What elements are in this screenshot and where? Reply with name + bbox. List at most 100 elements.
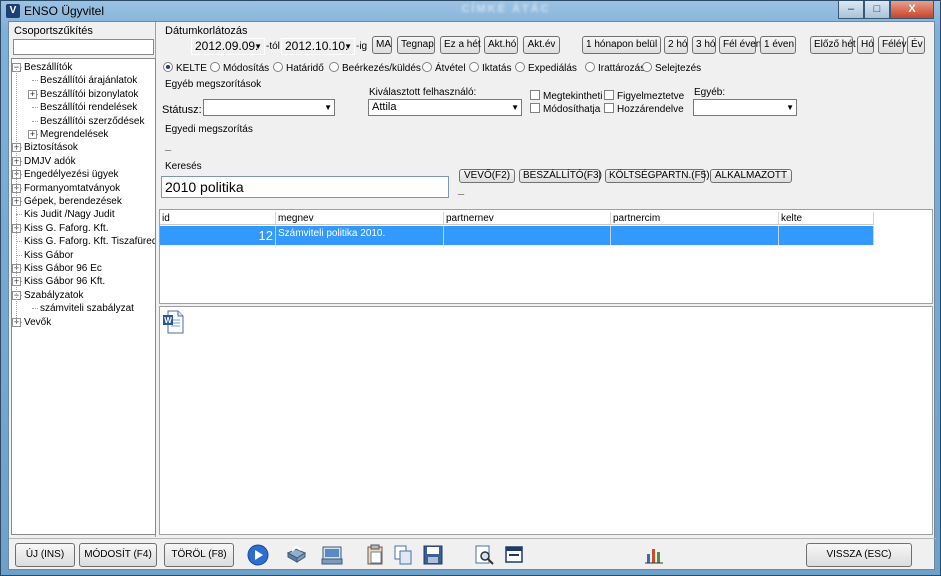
- status-select[interactable]: ▼: [203, 99, 335, 116]
- current-month-button[interactable]: Akt.hó: [484, 36, 518, 54]
- column-id[interactable]: id: [160, 212, 276, 225]
- scanner-icon[interactable]: [321, 544, 343, 566]
- column-partnercim[interactable]: partnercim: [611, 212, 779, 225]
- previous-half-year-button[interactable]: Félév: [878, 36, 906, 54]
- word-document-icon[interactable]: W: [162, 310, 184, 334]
- today-button[interactable]: MA: [372, 36, 392, 54]
- preview-icon[interactable]: [473, 544, 495, 566]
- svg-text:W: W: [164, 316, 172, 325]
- chart-icon[interactable]: [643, 544, 665, 566]
- current-year-button[interactable]: Akt.év: [523, 36, 560, 54]
- expand-icon[interactable]: +: [28, 89, 37, 99]
- column-kelte[interactable]: kelte: [779, 212, 874, 225]
- tree-item[interactable]: Beszállítói rendelések: [40, 101, 137, 114]
- tree-item[interactable]: Beszállítói bizonylatok: [40, 88, 138, 101]
- chevron-down-icon: ▼: [511, 103, 519, 112]
- date-from-picker[interactable]: 2012.09.09. ▼: [191, 38, 265, 55]
- cell-megnev: Számviteli politika 2010.: [276, 226, 444, 245]
- tree-item[interactable]: Biztosítások: [24, 141, 78, 154]
- notified-checkbox[interactable]: Figyelmeztetve: [604, 90, 684, 103]
- tree-item[interactable]: Kis Judit /Nagy Judit: [24, 208, 115, 221]
- date-type-radio[interactable]: Expediálás: [515, 62, 577, 75]
- other-select[interactable]: ▼: [693, 99, 797, 116]
- date-from-value: 2012.09.09.: [195, 39, 259, 53]
- date-type-radio[interactable]: Átvétel: [422, 62, 466, 75]
- radio-dot: [163, 62, 173, 72]
- background-window-title: CÍMKÉ ÁTÁC: [461, 3, 551, 15]
- print-icon[interactable]: [285, 544, 307, 566]
- group-filter-input[interactable]: [13, 39, 154, 55]
- date-type-radio[interactable]: Selejtezés: [642, 62, 701, 75]
- group-tree[interactable]: Beszállítók − Beszállítói árajánlatok Beszá…: [11, 58, 156, 535]
- radio-dot: [210, 62, 220, 72]
- tree-item-label: Megrendelések: [40, 129, 109, 140]
- date-type-radio[interactable]: Irattározás: [585, 62, 645, 75]
- supplier-button[interactable]: BESZÁLLÍTÓ(F3): [519, 169, 602, 183]
- date-type-radio[interactable]: Beérkezés/küldés: [329, 62, 421, 75]
- tree-item[interactable]: Vevők: [24, 316, 51, 329]
- date-type-radio[interactable]: Iktatás: [469, 62, 511, 75]
- paste-icon[interactable]: [364, 544, 386, 566]
- tree-connector: [32, 107, 38, 109]
- minimize-button[interactable]: –: [838, 1, 864, 19]
- table-row[interactable]: 12 Számviteli politika 2010.: [160, 226, 874, 245]
- employee-button[interactable]: ALKALMAZOTT: [710, 169, 792, 183]
- this-week-button[interactable]: Ez a hét: [440, 36, 481, 54]
- cost-partner-button[interactable]: KÖLTSÉGPARTN.(F5): [605, 169, 710, 183]
- tree-item[interactable]: Megrendelések: [40, 128, 108, 141]
- previous-month-button[interactable]: Hó: [857, 36, 874, 54]
- date-type-radio[interactable]: Módosítás: [210, 62, 269, 75]
- tree-item-label: Kis Judit /Nagy Judit: [24, 209, 115, 221]
- new-button[interactable]: ÚJ (INS): [15, 543, 75, 567]
- title-bar[interactable]: V ENSO Ügyvitel CÍMKÉ ÁTÁC – □ X: [1, 1, 940, 21]
- tree-item[interactable]: Kiss Gábor 96 Ec: [24, 262, 102, 275]
- tree-item[interactable]: Gépek, berendezések: [24, 195, 122, 208]
- checkbox-box: [604, 90, 614, 100]
- tree-item[interactable]: Kiss G. Faforg. Kft. Tiszafüred: [24, 235, 155, 248]
- tree-item[interactable]: DMJV adók: [24, 155, 76, 168]
- half-year-button[interactable]: Fél éven: [719, 36, 761, 54]
- tree-item-label: Engedélyezési ügyek: [24, 169, 119, 181]
- column-megnev[interactable]: megnev: [276, 212, 444, 225]
- tree-item[interactable]: Kiss Gábor 96 Kft.: [24, 275, 105, 288]
- 3-months-button[interactable]: 3 hó: [692, 36, 716, 54]
- tree-item[interactable]: Engedélyezési ügyek: [24, 168, 119, 181]
- tree-item[interactable]: Kiss Gábor: [24, 249, 73, 262]
- other-restrictions-label: Egyéb megszorítások: [165, 79, 262, 90]
- tree-item[interactable]: Kiss G. Faforg. Kft.: [24, 222, 108, 235]
- results-grid[interactable]: id megnev partnernev partnercim kelte 12…: [159, 209, 933, 304]
- user-select[interactable]: Attila ▼: [368, 99, 522, 116]
- edit-button[interactable]: MÓDOSÍT (F4): [79, 543, 157, 567]
- window-icon[interactable]: [503, 544, 525, 566]
- previous-week-button[interactable]: Előző hét: [810, 36, 856, 54]
- copy-icon[interactable]: [392, 544, 414, 566]
- can-modify-checkbox[interactable]: Módosíthatja: [530, 103, 600, 116]
- tree-item[interactable]: Beszállítói szerződések: [40, 115, 145, 128]
- date-type-radio[interactable]: KELTE: [163, 62, 207, 75]
- customer-button[interactable]: VEVŐ(F2): [459, 169, 515, 183]
- can-view-checkbox[interactable]: Megtekintheti: [530, 90, 602, 103]
- maximize-button[interactable]: □: [864, 1, 890, 19]
- date-to-picker[interactable]: 2012.10.10. ▼: [281, 38, 355, 55]
- within-1-month-button[interactable]: 1 hónapon belül: [582, 36, 661, 54]
- tree-item[interactable]: Beszállítók: [24, 61, 72, 74]
- close-button[interactable]: X: [890, 1, 934, 19]
- tree-item[interactable]: Beszállítói árajánlatok: [40, 74, 137, 87]
- search-input[interactable]: 2010 politika: [161, 176, 449, 198]
- save-icon[interactable]: [422, 544, 444, 566]
- delete-button[interactable]: TÖRÖL (F8): [164, 543, 234, 567]
- date-type-radio[interactable]: Határidő: [273, 62, 324, 75]
- tree-item[interactable]: számviteli szabályzat: [40, 302, 134, 315]
- tree-item[interactable]: Formanyomtatványok: [24, 182, 120, 195]
- 2-months-button[interactable]: 2 hó: [664, 36, 688, 54]
- play-icon[interactable]: [247, 544, 269, 566]
- assigned-checkbox[interactable]: Hozzárendelve: [604, 103, 684, 116]
- tree-item[interactable]: Szabályzatok: [24, 289, 83, 302]
- previous-year-button[interactable]: Év: [907, 36, 925, 54]
- search-label: Keresés: [165, 161, 202, 172]
- yesterday-button[interactable]: Tegnap: [397, 36, 435, 54]
- back-button[interactable]: VISSZA (ESC): [806, 543, 912, 567]
- 1-year-button[interactable]: 1 éven: [760, 36, 796, 54]
- expand-icon[interactable]: +: [28, 130, 37, 139]
- column-partnernev[interactable]: partnernev: [444, 212, 611, 225]
